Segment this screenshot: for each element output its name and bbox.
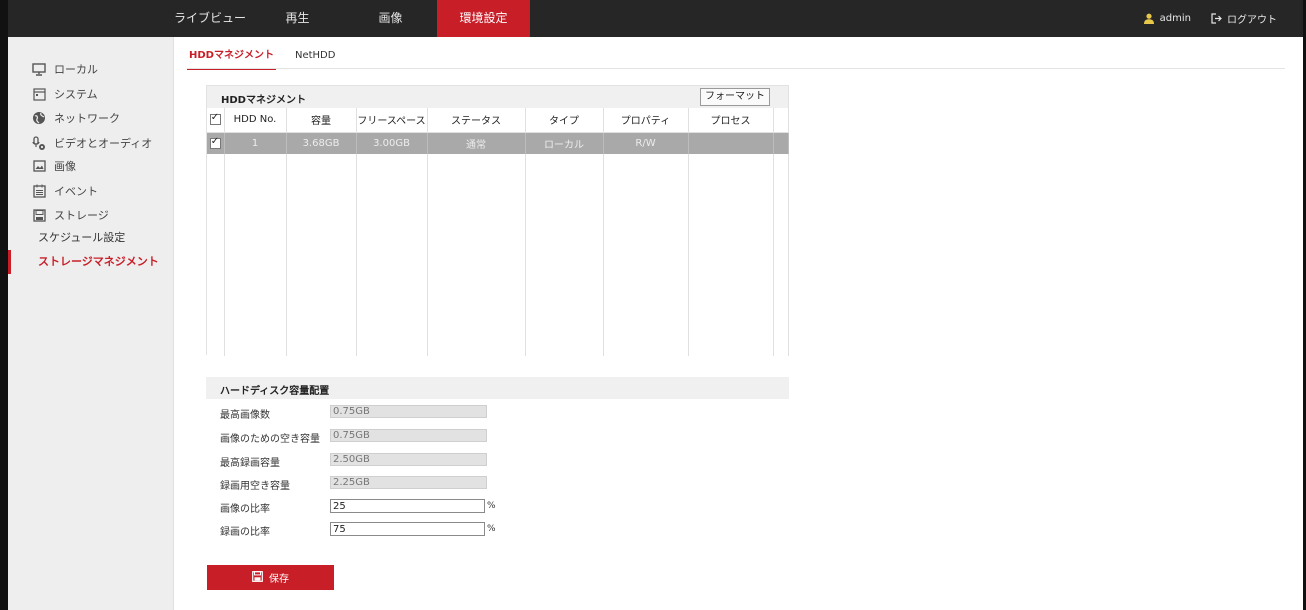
sidebar-item-label: ストレージ xyxy=(54,209,109,222)
spacer-cell xyxy=(773,132,789,154)
user-name: admin xyxy=(1159,13,1191,24)
table-row[interactable]: 1 3.68GB 3.00GB 通常 ローカル R/W xyxy=(207,132,789,154)
sidebar-subitem-schedule[interactable]: スケジュール設定 xyxy=(8,226,174,250)
sidebar-item-system[interactable]: システム xyxy=(8,82,174,106)
sidebar: ローカル システム ネットワーク ビデオとオーディオ 画像 イベント ストレージ… xyxy=(8,37,174,610)
tab-divider xyxy=(187,68,1285,69)
sidebar-item-label: ビデオとオーディオ xyxy=(54,137,153,150)
sidebar-item-label: イベント xyxy=(54,185,98,198)
status-cell: 通常 xyxy=(427,132,526,154)
sidebar-item-label: 画像 xyxy=(54,160,76,173)
capacity-cell: 3.68GB xyxy=(286,132,357,154)
nav-configuration[interactable]: 環境設定 xyxy=(437,0,530,37)
record-free-field: 2.25GB xyxy=(330,476,487,489)
max-picture-field: 0.75GB xyxy=(330,405,487,418)
column-header-spacer xyxy=(773,108,789,133)
logout-label: ログアウト xyxy=(1227,15,1277,26)
sidebar-item-network[interactable]: ネットワーク xyxy=(8,106,174,130)
logout-icon xyxy=(1211,13,1222,24)
hdd-management-panel: HDDマネジメント フォーマット HDD No. 容量 フリースペース ステータ… xyxy=(206,85,789,356)
free-space-cell: 3.00GB xyxy=(356,132,428,154)
column-header: タイプ xyxy=(525,108,604,133)
tab-nethdd[interactable]: NetHDD xyxy=(293,46,337,70)
window-edge-left xyxy=(0,0,8,610)
record-ratio-input[interactable] xyxy=(330,522,485,536)
nav-live-view[interactable]: ライブビュー xyxy=(169,0,251,37)
picture-ratio-unit: % xyxy=(487,501,496,511)
sidebar-item-image[interactable]: 画像 xyxy=(8,154,174,178)
column-header: フリースペース xyxy=(356,108,428,133)
max-record-field: 2.50GB xyxy=(330,453,487,466)
sidebar-subitem-storage-management[interactable]: ストレージマネジメント xyxy=(8,250,174,274)
column-header: 容量 xyxy=(286,108,357,133)
capacity-panel-header: ハードディスク容量配置 xyxy=(206,377,789,399)
image-icon xyxy=(31,158,47,174)
record-free-label: 録画用空き容量 xyxy=(220,481,290,492)
capacity-panel-title: ハードディスク容量配置 xyxy=(220,386,330,397)
row-checkbox[interactable] xyxy=(207,132,225,154)
user-account[interactable]: admin xyxy=(1143,13,1191,24)
calendar-icon xyxy=(31,183,47,199)
globe-icon xyxy=(31,110,47,126)
nav-picture[interactable]: 画像 xyxy=(344,0,437,37)
top-nav: ライブビュー 再生 画像 環境設定 xyxy=(169,0,530,37)
monitor-icon xyxy=(31,61,47,77)
picture-free-label: 画像のための空き容量 xyxy=(220,434,320,445)
user-area: admin ログアウト xyxy=(1143,0,1277,37)
sidebar-item-storage[interactable]: ストレージ xyxy=(8,203,174,227)
picture-ratio-input[interactable] xyxy=(330,499,485,513)
save-label: 保存 xyxy=(269,574,289,585)
save-icon xyxy=(252,570,263,585)
sidebar-item-event[interactable]: イベント xyxy=(8,179,174,203)
column-header: HDD No. xyxy=(224,108,287,133)
sidebar-item-local[interactable]: ローカル xyxy=(8,57,174,81)
column-header: ステータス xyxy=(427,108,526,133)
max-picture-label: 最高画像数 xyxy=(220,410,270,421)
save-button[interactable]: 保存 xyxy=(207,565,334,590)
tab-bar: HDDマネジメント NetHDD xyxy=(187,46,337,70)
sidebar-item-label: システム xyxy=(54,88,98,101)
sidebar-item-video-audio[interactable]: ビデオとオーディオ xyxy=(8,131,174,155)
hdd-no-cell: 1 xyxy=(224,132,287,154)
hdd-panel-header: HDDマネジメント フォーマット xyxy=(207,86,788,108)
disk-icon xyxy=(31,207,47,223)
hdd-table: HDD No. 容量 フリースペース ステータス タイプ プロパティ プロセス … xyxy=(207,108,789,356)
format-button[interactable]: フォーマット xyxy=(700,88,770,106)
picture-free-field: 0.75GB xyxy=(330,429,487,442)
user-icon xyxy=(1143,13,1155,24)
hdd-panel-title: HDDマネジメント xyxy=(221,95,306,106)
top-bar: ライブビュー 再生 画像 環境設定 admin ログアウト xyxy=(8,0,1303,37)
table-empty-area xyxy=(207,154,789,356)
max-record-label: 最高録画容量 xyxy=(220,458,280,469)
select-all-checkbox[interactable] xyxy=(207,108,225,133)
app-window: ライブビュー 再生 画像 環境設定 admin ログアウト ローカル システム … xyxy=(0,0,1306,610)
system-icon xyxy=(31,86,47,102)
picture-ratio-label: 画像の比率 xyxy=(220,504,270,515)
sidebar-item-label: ローカル xyxy=(54,63,98,76)
column-header: プロパティ xyxy=(603,108,689,133)
record-ratio-unit: % xyxy=(487,524,496,534)
logout-button[interactable]: ログアウト xyxy=(1211,11,1277,26)
video-audio-icon xyxy=(31,135,47,151)
hdd-table-header: HDD No. 容量 フリースペース ステータス タイプ プロパティ プロセス xyxy=(207,108,789,133)
nav-playback[interactable]: 再生 xyxy=(251,0,344,37)
sidebar-item-label: ネットワーク xyxy=(54,112,120,125)
tab-hdd-management[interactable]: HDDマネジメント xyxy=(187,46,276,70)
type-cell: ローカル xyxy=(525,132,604,154)
property-cell: R/W xyxy=(603,132,689,154)
column-header: プロセス xyxy=(688,108,774,133)
record-ratio-label: 録画の比率 xyxy=(220,527,270,538)
process-cell xyxy=(688,132,774,154)
